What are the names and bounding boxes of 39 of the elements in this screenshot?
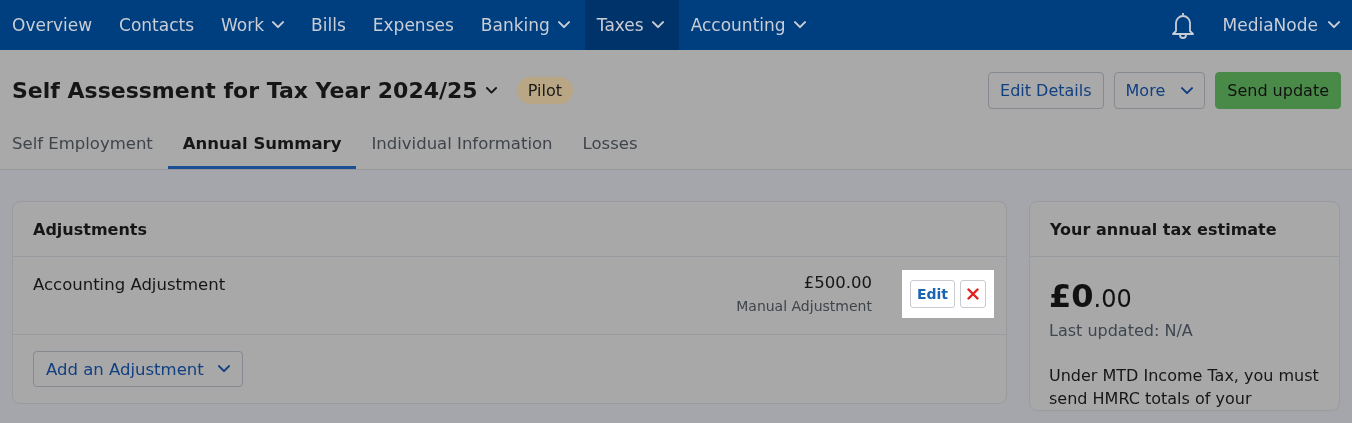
nav-item[interactable]: Bills — [299, 0, 361, 50]
tab[interactable]: Individual Information — [356, 127, 568, 169]
add-adjustment-button[interactable]: Add an Adjustment — [33, 351, 243, 387]
bell-icon[interactable] — [1170, 11, 1195, 39]
tax-amount: £0.00 — [1049, 277, 1133, 315]
caret-icon — [217, 365, 230, 373]
last-updated: Last updated: N/A — [1049, 321, 1194, 340]
adjustment-type: Manual Adjustment — [736, 298, 872, 314]
caret-icon — [793, 21, 806, 29]
nav-item[interactable]: Banking — [468, 0, 585, 50]
account-menu[interactable]: MediaNode — [1222, 0, 1352, 50]
page-title: Self Assessment for Tax Year 2024/25 — [12, 78, 478, 103]
close-icon — [967, 288, 979, 300]
card-title: Adjustments — [13, 202, 1006, 257]
edit-button[interactable]: Edit — [909, 280, 955, 308]
nav-item[interactable]: Taxes — [584, 0, 679, 50]
caret-icon — [272, 21, 285, 29]
caret-icon — [485, 87, 497, 94]
adjustment-name: Accounting Adjustment — [33, 274, 227, 294]
caret-icon — [1328, 21, 1340, 29]
tab[interactable]: Annual Summary — [167, 127, 357, 169]
card-title: Your annual tax estimate — [1030, 202, 1339, 257]
send-update-button[interactable]: Send update — [1215, 72, 1341, 109]
tab[interactable]: Losses — [567, 127, 653, 169]
nav-item[interactable]: Accounting — [678, 0, 821, 50]
caret-icon — [651, 21, 664, 29]
adjustment-amount: £500.00 — [803, 273, 872, 292]
caret-icon — [557, 21, 570, 29]
status-badge: Pilot — [516, 77, 573, 104]
more-menu-button[interactable]: More — [1113, 72, 1206, 109]
edit-details-button[interactable]: Edit Details — [988, 72, 1104, 109]
delete-button[interactable] — [960, 280, 986, 308]
estimate-description: Under MTD Income Tax, you must send HMRC totals of your — [1049, 365, 1320, 410]
nav-item[interactable]: Expenses — [360, 0, 469, 50]
nav-item[interactable]: Work — [209, 0, 300, 50]
caret-icon — [1181, 86, 1194, 95]
tab[interactable]: Self Employment — [12, 127, 168, 169]
nav-item[interactable]: Overview — [0, 0, 108, 50]
nav-item[interactable]: Contacts — [107, 0, 210, 50]
